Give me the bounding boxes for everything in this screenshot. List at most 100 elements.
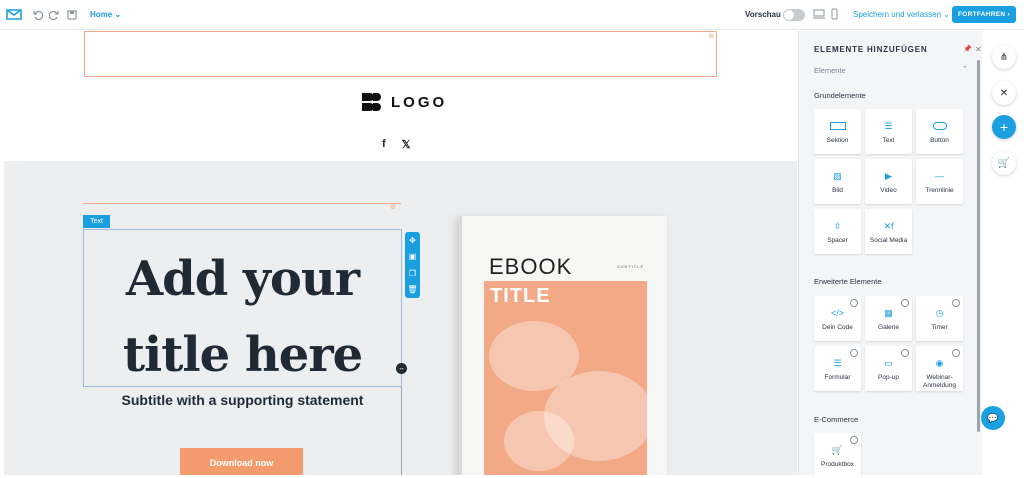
element-card-form[interactable]: ☰ Formular [814, 346, 861, 391]
panel-title: ELEMENTE HINZUFÜGEN [814, 45, 928, 54]
column-resize-handle[interactable]: ↔ [396, 363, 407, 374]
element-card-spacer[interactable]: ⇳ Spacer [814, 209, 861, 254]
hero-title-line-2: title here [122, 327, 363, 383]
element-label: Produktbox [821, 461, 854, 468]
element-card-text[interactable]: ☰ Text [865, 109, 912, 154]
divider-icon: — [935, 171, 944, 181]
ebook-cover-art: TITLE [484, 281, 647, 475]
basic-elements-heading: Grundelemente [814, 91, 866, 100]
gallery-icon: ▦ [884, 307, 893, 318]
hero-section[interactable]: ⊘ Text Add your title here Subtitle with… [4, 161, 797, 475]
editor-canvas[interactable]: ⊘ LOGO f 𝕏 ⊘ Text Add your title here Su… [4, 31, 797, 475]
clock-icon [850, 436, 858, 444]
header-section-selection[interactable]: ⊘ [84, 31, 717, 77]
save-and-exit-button[interactable]: Speichern und verlassen ⌄ [853, 10, 950, 19]
element-card-section[interactable]: Sektion [814, 109, 861, 154]
cart-icon: 🛒 [831, 444, 844, 455]
hero-title-line-1: Add your [125, 251, 360, 307]
preview-label: Vorschau [745, 10, 781, 19]
elements-dropdown[interactable]: Elemente [814, 66, 846, 75]
element-label: Timer [931, 324, 948, 331]
element-label: Text [882, 137, 895, 144]
ebook-title: EBOOK [489, 254, 573, 279]
cart-icon[interactable]: 🛒 [992, 151, 1016, 175]
element-card-code[interactable]: </> Dein Code [814, 296, 861, 341]
column-divider [401, 387, 402, 475]
element-card-webinar[interactable]: ◉ Webinar- Anmeldung [916, 346, 963, 391]
popup-icon: ▭ [884, 357, 893, 368]
continue-button[interactable]: FORTFAHREN › [952, 6, 1016, 23]
element-toolbar: ✥ ▣ ❐ 🗑 [405, 232, 420, 298]
desktop-view-icon[interactable] [813, 9, 825, 19]
hero-title[interactable]: Add your title here [83, 241, 402, 393]
element-card-video[interactable]: ▶ Video [865, 159, 912, 204]
form-icon: ☰ [833, 357, 842, 368]
advanced-elements-heading: Erweiterte Elemente [814, 277, 882, 286]
ebook-image[interactable]: EBOOK SUBTITLE TITLE [459, 216, 667, 475]
close-icon[interactable]: ✕ [975, 45, 982, 54]
social-media-icon: ✕f [883, 220, 894, 231]
element-label: Spacer [827, 237, 848, 244]
clock-icon [952, 349, 960, 357]
delete-icon[interactable]: 🗑 [407, 285, 417, 294]
element-label: Dein Code [822, 324, 853, 331]
pin-icon[interactable]: 📌 [963, 45, 972, 53]
logo[interactable]: LOGO [361, 92, 447, 112]
element-card-social-media[interactable]: ✕f Social Media [865, 209, 912, 254]
clock-icon [901, 349, 909, 357]
text-selection-outline [83, 203, 401, 204]
site-structure-icon[interactable]: ⋔ [992, 45, 1016, 69]
undo-icon[interactable] [33, 10, 43, 20]
close-panel-icon[interactable]: ✕ [992, 81, 1016, 105]
element-label: Button [930, 137, 949, 144]
save-icon[interactable] [67, 10, 77, 20]
social-icons: f 𝕏 [382, 138, 411, 151]
element-card-divider[interactable]: — Trennlinie [916, 159, 963, 204]
hidden-eye-icon[interactable]: ⊘ [390, 203, 396, 211]
logo-mark-icon [362, 93, 381, 111]
element-label: Bild [832, 187, 843, 194]
button-icon [932, 120, 947, 132]
element-card-popup[interactable]: ▭ Pop-up [865, 346, 912, 391]
preview-toggle[interactable] [783, 9, 805, 21]
save-and-exit-label: Speichern und verlassen [853, 10, 942, 19]
move-icon[interactable]: ✥ [409, 236, 416, 245]
panel-scrollbar[interactable] [977, 60, 980, 432]
element-label: Video [880, 187, 897, 194]
clock-icon [952, 299, 960, 307]
element-card-button[interactable]: Button [916, 109, 963, 154]
redo-icon[interactable] [49, 10, 59, 20]
mobile-view-icon[interactable] [831, 8, 838, 20]
text-element-tag: Text [83, 215, 110, 228]
code-icon: </> [830, 308, 844, 318]
add-element-icon[interactable]: + [992, 115, 1016, 139]
brand-logo-icon[interactable] [6, 8, 22, 20]
facebook-icon[interactable]: f [382, 138, 386, 151]
download-button[interactable]: Download now [180, 448, 303, 475]
ecommerce-heading: E-Commerce [814, 415, 859, 424]
element-label: Pop-up [878, 374, 899, 381]
element-card-gallery[interactable]: ▦ Galerie [865, 296, 912, 341]
image-icon: ▨ [833, 170, 842, 181]
element-label: Social Media [869, 237, 908, 244]
chat-icon[interactable]: 💬 [981, 406, 1005, 430]
chevron-up-icon[interactable]: ⌃ [962, 65, 968, 73]
page-selector-label: Home [90, 10, 113, 19]
element-card-image[interactable]: ▨ Bild [814, 159, 861, 204]
element-label: Webinar- Anmeldung [923, 374, 956, 389]
element-card-timer[interactable]: ◷ Timer [916, 296, 963, 341]
video-icon: ▶ [885, 170, 892, 181]
clock-icon [901, 299, 909, 307]
hero-subtitle[interactable]: Subtitle with a supporting statement [83, 392, 402, 408]
add-elements-panel: ELEMENTE HINZUFÜGEN 📌 ✕ Elemente ⌃ Grund… [798, 31, 982, 478]
clock-icon [850, 349, 858, 357]
hidden-eye-icon[interactable]: ⊘ [708, 32, 714, 40]
save-element-icon[interactable]: ▣ [409, 252, 417, 261]
page-selector[interactable]: Home ⌄ [90, 10, 121, 19]
top-toolbar: Home ⌄ Vorschau Speichern und verlassen … [0, 0, 1024, 30]
clock-icon [850, 299, 858, 307]
element-card-product-box[interactable]: 🛒 Produktbox [814, 433, 861, 478]
x-twitter-icon[interactable]: 𝕏 [402, 138, 411, 151]
section-icon [829, 120, 846, 132]
duplicate-icon[interactable]: ❐ [409, 269, 416, 278]
